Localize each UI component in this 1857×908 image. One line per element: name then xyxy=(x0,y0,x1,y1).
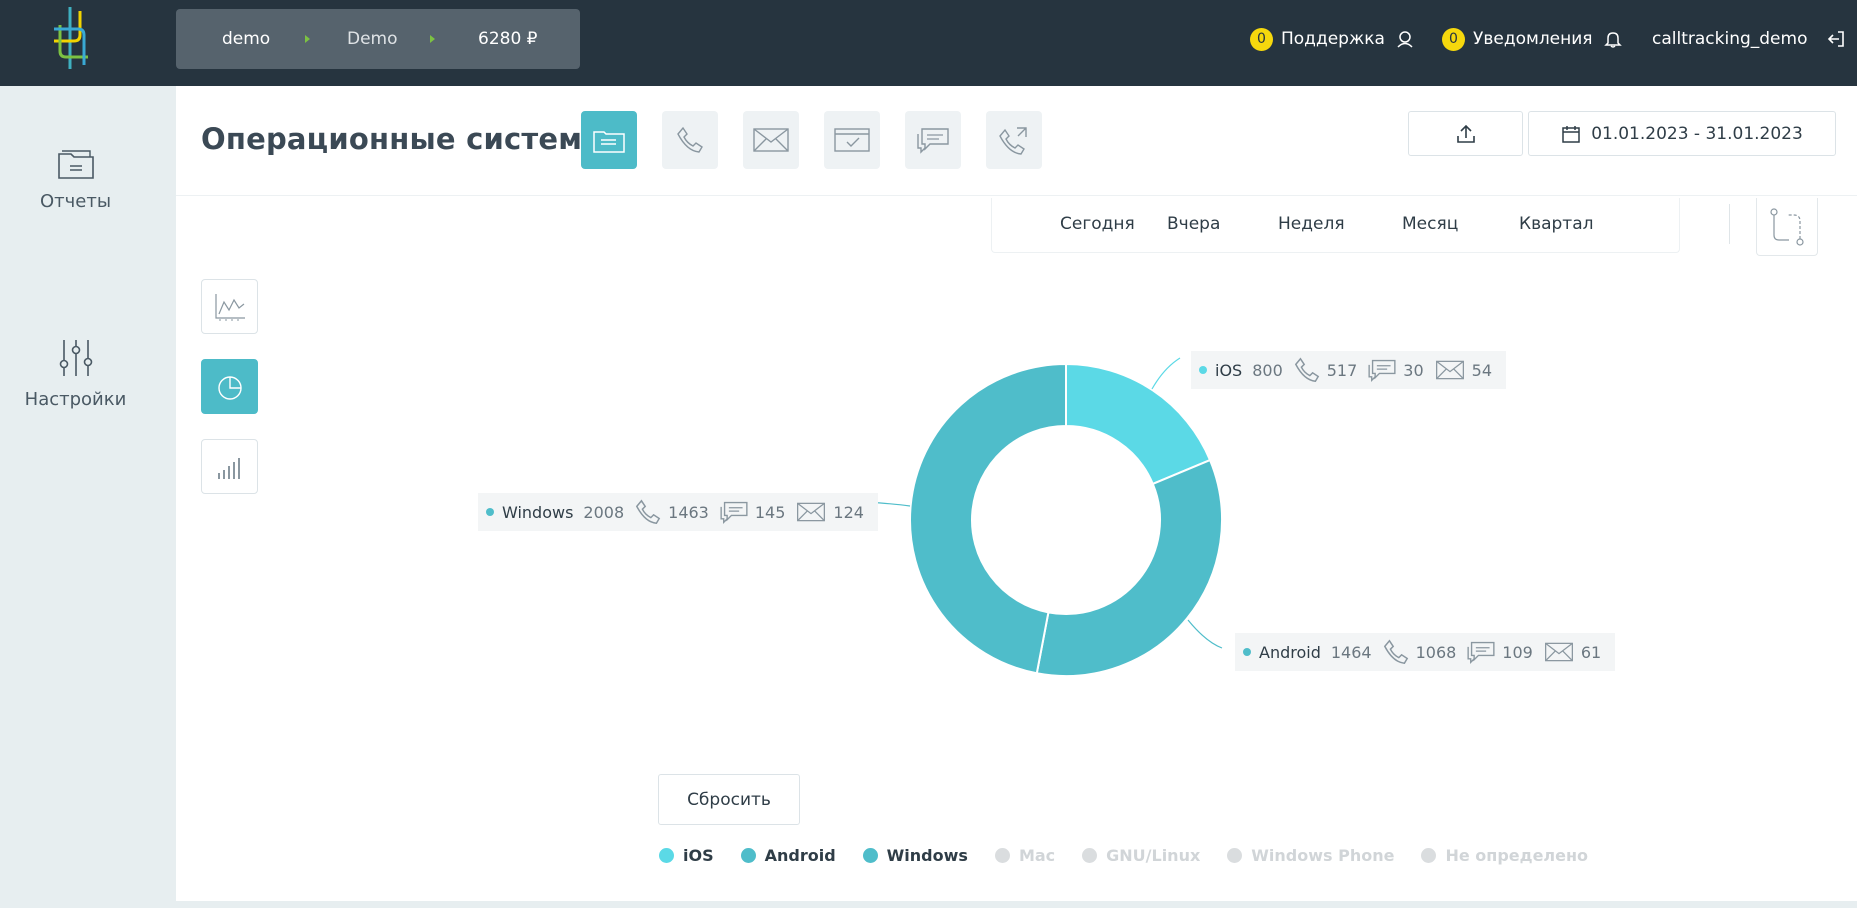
donut-slice-android[interactable] xyxy=(1035,458,1224,677)
username: calltracking_demo xyxy=(1652,29,1808,49)
support-agent-icon xyxy=(1397,31,1413,48)
series-name: Android xyxy=(1259,642,1321,662)
chat-icon xyxy=(1467,641,1495,664)
phone-icon xyxy=(1383,639,1408,664)
slice-label-android[interactable]: Android 1464 1068 109 61 xyxy=(1235,633,1616,671)
support-count-badge: 0 xyxy=(1250,27,1273,51)
series-chats: 145 xyxy=(754,502,786,522)
envelope-icon xyxy=(797,502,826,522)
legend-item-android[interactable]: Android xyxy=(740,845,836,865)
envelope-icon xyxy=(1544,642,1573,662)
legend-item-windows[interactable]: Windows xyxy=(862,845,968,865)
sidebar: Отчеты Настройки xyxy=(0,86,151,908)
legend-item-linux[interactable]: GNU/Linux xyxy=(1082,846,1200,865)
series-color-dot xyxy=(1199,366,1207,374)
legend-dot xyxy=(1421,847,1437,863)
series-chats: 30 xyxy=(1403,360,1424,380)
reset-button[interactable]: Сбросить xyxy=(658,774,800,825)
phone-icon xyxy=(1294,357,1319,382)
series-emails: 61 xyxy=(1580,642,1602,662)
legend-dot xyxy=(1082,847,1098,863)
legend-label: Не определено xyxy=(1445,845,1589,865)
series-total: 800 xyxy=(1252,360,1283,380)
series-color-dot xyxy=(1243,648,1251,656)
leader-line-ios xyxy=(1151,357,1181,390)
breadcrumb-account[interactable]: demo xyxy=(222,9,270,69)
legend-item-windows-phone[interactable]: Windows Phone xyxy=(1227,846,1394,865)
legend-dot xyxy=(1227,847,1243,863)
chat-icon xyxy=(1368,359,1396,382)
support-link[interactable]: 0 Поддержка xyxy=(1250,24,1415,54)
envelope-icon xyxy=(1435,360,1464,380)
legend-item-ios[interactable]: iOS xyxy=(659,846,714,865)
breadcrumb-balance[interactable]: 6280 ₽ xyxy=(478,9,537,69)
legend-label: iOS xyxy=(683,845,714,865)
series-calls: 517 xyxy=(1326,360,1358,380)
notifications-label: Уведомления xyxy=(1473,29,1593,49)
series-calls: 1068 xyxy=(1415,642,1457,662)
legend-label: Windows Phone xyxy=(1251,845,1395,865)
legend-dot xyxy=(659,847,674,863)
logout-icon[interactable] xyxy=(1826,29,1846,49)
slice-label-windows[interactable]: Windows 2008 1463 145 124 xyxy=(478,493,878,531)
series-chats: 109 xyxy=(1502,642,1533,662)
chevron-right-icon xyxy=(430,35,435,43)
series-name: Windows xyxy=(502,502,574,522)
series-total: 1464 xyxy=(1330,642,1372,662)
donut-chart xyxy=(866,357,1224,677)
chart-area: iOS 800 517 30 54 Android 1464 1068 109 … xyxy=(176,86,1857,901)
reports-folder-icon xyxy=(57,150,94,179)
series-calls: 1463 xyxy=(668,502,709,522)
main-panel: Операционные системы 01.01.2023 - 31.01.… xyxy=(176,86,1857,901)
bell-icon xyxy=(1603,32,1622,48)
series-emails: 124 xyxy=(833,502,864,522)
series-color-dot xyxy=(486,508,494,516)
chart-legend: iOS Android Windows Mac GNU/Linux Window… xyxy=(659,843,1615,867)
legend-label: Mac xyxy=(1018,845,1056,865)
legend-dot xyxy=(862,847,878,863)
user-menu[interactable]: calltracking_demo xyxy=(1652,24,1807,54)
phone-icon xyxy=(636,499,661,524)
support-label: Поддержка xyxy=(1281,29,1385,49)
series-name: iOS xyxy=(1215,360,1243,380)
legend-dot xyxy=(994,847,1010,863)
legend-label: GNU/Linux xyxy=(1106,845,1201,865)
legend-label: Android xyxy=(764,845,836,865)
breadcrumb: demo Demo 6280 ₽ xyxy=(176,9,580,69)
legend-dot xyxy=(740,847,756,863)
legend-item-mac[interactable]: Mac xyxy=(994,845,1056,865)
notifications-link[interactable]: 0 Уведомления xyxy=(1442,24,1623,54)
slice-label-ios[interactable]: iOS 800 517 30 54 xyxy=(1191,351,1507,389)
legend-label: Windows xyxy=(886,845,968,865)
notifications-count-badge: 0 xyxy=(1442,27,1465,51)
sidebar-item-label: Настройки xyxy=(24,389,127,410)
legend-item-undefined[interactable]: Не определено xyxy=(1421,846,1588,865)
settings-sliders-icon xyxy=(59,340,92,376)
top-bar: demo Demo 6280 ₽ 0 Поддержка 0 Уведомлен… xyxy=(0,0,1857,86)
series-emails: 54 xyxy=(1471,360,1493,380)
series-total: 2008 xyxy=(583,502,625,522)
chevron-right-icon xyxy=(305,35,310,43)
donut-slice-windows[interactable] xyxy=(909,362,1067,675)
donut-slice-ios[interactable] xyxy=(1065,362,1212,486)
breadcrumb-project[interactable]: Demo xyxy=(347,9,398,69)
leader-line-android xyxy=(1187,619,1223,649)
sidebar-item-settings[interactable]: Настройки xyxy=(0,338,151,410)
sidebar-item-label: Отчеты xyxy=(39,191,112,212)
chat-icon xyxy=(720,501,748,524)
sidebar-item-reports[interactable]: Отчеты xyxy=(0,146,151,212)
logo-icon[interactable] xyxy=(48,5,92,71)
